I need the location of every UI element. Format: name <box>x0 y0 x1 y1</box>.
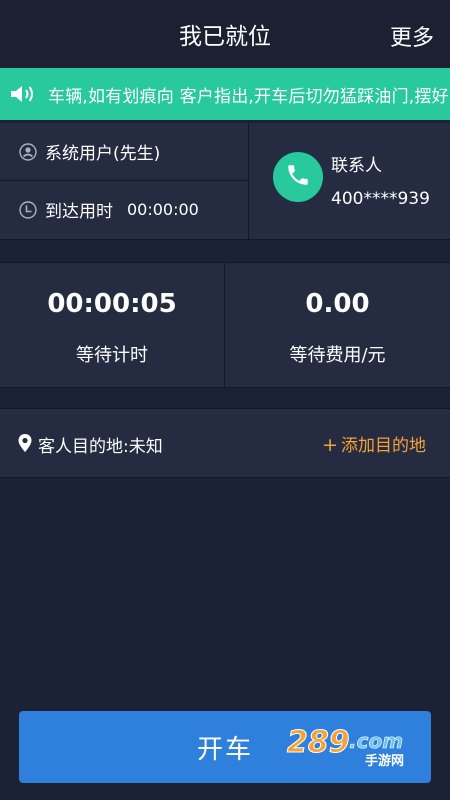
arrival-row: 到达用时 00:00:00 <box>0 181 248 238</box>
waiting-timer-label: 等待计时 <box>76 345 148 366</box>
plus-icon: + <box>322 434 338 456</box>
notice-banner: 车辆,如有划痕向 客户指出,开车后切勿猛踩油门,摆好 <box>0 68 450 120</box>
waiting-fee-value: 0.00 <box>305 289 370 319</box>
phone-icon <box>285 162 311 192</box>
more-button[interactable]: 更多 <box>390 20 434 52</box>
clock-icon <box>19 200 37 219</box>
arrival-time: 00:00:00 <box>127 200 199 219</box>
call-button[interactable] <box>273 152 323 202</box>
waiting-fee-label: 等待费用/元 <box>289 345 386 366</box>
add-destination-button[interactable]: + 添加目的地 <box>322 431 426 456</box>
user-icon <box>19 142 37 161</box>
passenger-details: 系统用户(先生) 到达用时 00:00:00 <box>0 123 249 239</box>
add-destination-label: 添加目的地 <box>341 436 426 456</box>
contact-section: 联系人 400****939 <box>249 123 450 239</box>
passenger-name: 系统用户(先生) <box>45 144 161 164</box>
destination-row: 客人目的地:未知 + 添加目的地 <box>0 408 450 478</box>
arrival-label: 到达用时 <box>45 202 113 222</box>
top-bar: 我已就位 更多 <box>0 0 450 68</box>
start-driving-label: 开车 <box>196 734 253 765</box>
speaker-icon <box>0 68 48 120</box>
contact-phone: 400****939 <box>331 189 430 209</box>
contact-label: 联系人 <box>331 156 382 176</box>
waiting-timer-value: 00:00:05 <box>47 289 177 319</box>
waiting-stats-panel: 00:00:05 等待计时 0.00 等待费用/元 <box>0 262 450 388</box>
passenger-info-panel: 系统用户(先生) 到达用时 00:00:00 联系人 400****939 <box>0 123 450 240</box>
page-title: 我已就位 <box>179 24 271 50</box>
location-pin-icon <box>17 433 33 453</box>
start-driving-button[interactable]: 开车 <box>19 711 431 783</box>
destination-text: 客人目的地:未知 <box>38 437 163 457</box>
waiting-fee: 0.00 等待费用/元 <box>225 263 450 387</box>
passenger-row: 系统用户(先生) <box>0 123 248 181</box>
notice-text: 车辆,如有划痕向 客户指出,开车后切勿猛踩油门,摆好 <box>48 86 449 107</box>
waiting-timer: 00:00:05 等待计时 <box>0 263 225 387</box>
